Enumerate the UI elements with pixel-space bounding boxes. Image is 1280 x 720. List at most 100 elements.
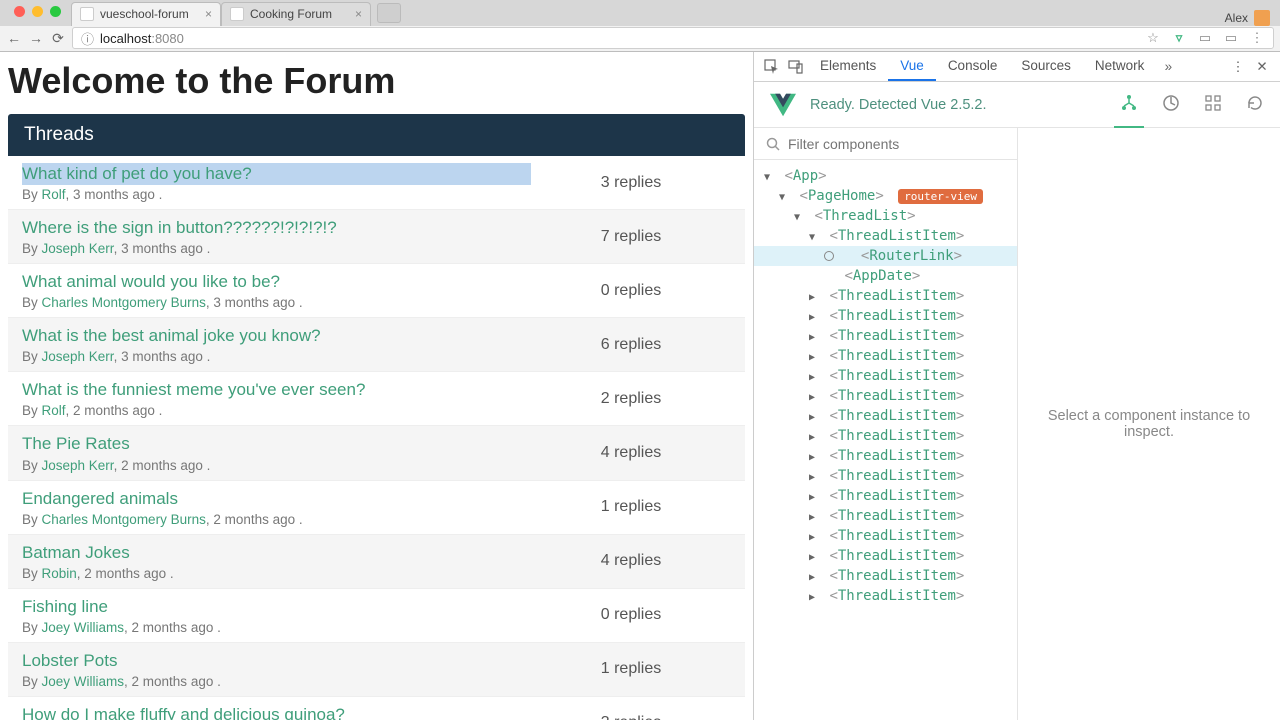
devtools-tab-network[interactable]: Network bbox=[1083, 52, 1157, 81]
chevron-right-icon[interactable]: ▶ bbox=[809, 392, 819, 403]
chevron-right-icon[interactable]: ▶ bbox=[809, 412, 819, 423]
tree-node[interactable]: ▶ <ThreadListItem> bbox=[754, 326, 1017, 346]
chevron-right-icon[interactable]: ▶ bbox=[809, 592, 819, 603]
devtools-tab-console[interactable]: Console bbox=[936, 52, 1010, 81]
browser-tab[interactable]: Cooking Forum × bbox=[221, 2, 371, 26]
chevron-right-icon[interactable]: ▶ bbox=[809, 372, 819, 383]
tree-node[interactable]: ▼ <PageHome> router-view bbox=[754, 186, 1017, 206]
tree-node[interactable]: ▶ <ThreadListItem> bbox=[754, 566, 1017, 586]
thread-title-link[interactable]: Lobster Pots bbox=[22, 650, 531, 672]
device-toolbar-icon[interactable] bbox=[784, 55, 808, 79]
devtools-tab-vue[interactable]: Vue bbox=[888, 52, 936, 81]
tree-node[interactable]: ▶ <ThreadListItem> bbox=[754, 366, 1017, 386]
tree-node[interactable]: ▶ <ThreadListItem> bbox=[754, 546, 1017, 566]
reload-icon[interactable]: ⟳ bbox=[50, 30, 66, 46]
devtools-menu-icon[interactable]: ⋮ bbox=[1226, 55, 1250, 79]
tree-node[interactable]: ▶ <ThreadListItem> bbox=[754, 406, 1017, 426]
thread-author-link[interactable]: Rolf bbox=[42, 403, 66, 418]
new-tab-button[interactable] bbox=[377, 3, 401, 23]
thread-author-link[interactable]: Joey Williams bbox=[42, 674, 125, 689]
maximize-window-icon[interactable] bbox=[50, 6, 61, 17]
close-tab-icon[interactable]: × bbox=[205, 7, 212, 21]
thread-author-link[interactable]: Joseph Kerr bbox=[42, 458, 114, 473]
chevron-right-icon[interactable]: ▶ bbox=[809, 492, 819, 503]
thread-title-link[interactable]: How do I make fluffy and delicious quino… bbox=[22, 704, 531, 720]
thread-title-link[interactable]: Where is the sign in button??????!?!?!?!… bbox=[22, 217, 531, 239]
chevron-down-icon[interactable]: ▼ bbox=[794, 212, 804, 223]
thread-meta: By Charles Montgomery Burns, 2 months ag… bbox=[22, 512, 531, 527]
tree-node[interactable]: ▶ <ThreadListItem> bbox=[754, 286, 1017, 306]
chevron-right-icon[interactable]: ▶ bbox=[809, 572, 819, 583]
tree-node[interactable]: ▶ <ThreadListItem> bbox=[754, 426, 1017, 446]
thread-author-link[interactable]: Joseph Kerr bbox=[42, 349, 114, 364]
chevron-right-icon[interactable]: ▶ bbox=[809, 292, 819, 303]
thread-title-link[interactable]: What is the funniest meme you've ever se… bbox=[22, 379, 531, 401]
thread-author-link[interactable]: Joey Williams bbox=[42, 620, 125, 635]
avatar[interactable] bbox=[1254, 10, 1270, 26]
tree-node[interactable]: ▶ <ThreadListItem> bbox=[754, 586, 1017, 606]
tree-node[interactable]: ▶ <ThreadListItem> bbox=[754, 306, 1017, 326]
devtools-tab-elements[interactable]: Elements bbox=[808, 52, 888, 81]
address-bar[interactable]: ⓘ localhost:8080 ☆ ▿ ▭ ▭ ⋮ bbox=[72, 27, 1274, 49]
filter-components-input[interactable] bbox=[788, 136, 1005, 152]
thread-title-link[interactable]: The Pie Rates bbox=[22, 433, 531, 455]
tree-node[interactable]: ▶ <ThreadListItem> bbox=[754, 506, 1017, 526]
devtools-tab-sources[interactable]: Sources bbox=[1009, 52, 1083, 81]
chevron-right-icon[interactable]: ▶ bbox=[809, 352, 819, 363]
chevron-right-icon[interactable]: ▶ bbox=[809, 312, 819, 323]
extension-icon-2[interactable]: ▭ bbox=[1223, 30, 1239, 46]
thread-title-link[interactable]: Batman Jokes bbox=[22, 542, 531, 564]
thread-author-link[interactable]: Rolf bbox=[42, 187, 66, 202]
events-tool-icon[interactable] bbox=[1204, 94, 1222, 115]
extension-icon[interactable]: ▭ bbox=[1197, 30, 1213, 46]
vue-extension-icon[interactable]: ▿ bbox=[1171, 30, 1187, 46]
tree-node[interactable]: ▼ <ThreadListItem> bbox=[754, 226, 1017, 246]
refresh-tool-icon[interactable] bbox=[1246, 94, 1264, 115]
chevron-right-icon[interactable]: ▶ bbox=[809, 432, 819, 443]
page-scroll[interactable]: Welcome to the Forum Threads What kind o… bbox=[0, 52, 753, 720]
chevron-right-icon[interactable]: ▶ bbox=[809, 452, 819, 463]
thread-author-link[interactable]: Robin bbox=[42, 566, 77, 581]
thread-title-link[interactable]: What is the best animal joke you know? bbox=[22, 325, 531, 347]
forward-icon[interactable]: → bbox=[28, 30, 44, 46]
devtools-close-icon[interactable]: ✕ bbox=[1250, 55, 1274, 79]
thread-title-link[interactable]: Endangered animals bbox=[22, 488, 531, 510]
more-tabs-icon[interactable]: » bbox=[1156, 55, 1180, 79]
page-info-icon[interactable]: ⓘ bbox=[81, 29, 94, 48]
tree-node[interactable]: ▶ <ThreadListItem> bbox=[754, 346, 1017, 366]
minimize-window-icon[interactable] bbox=[32, 6, 43, 17]
chevron-right-icon[interactable]: ▶ bbox=[809, 472, 819, 483]
thread-title-link[interactable]: What kind of pet do you have? bbox=[22, 163, 531, 185]
tree-node[interactable]: ▼ <App> bbox=[754, 166, 1017, 186]
tree-node[interactable]: ▶ <ThreadListItem> bbox=[754, 446, 1017, 466]
tree-node[interactable]: ▶ <ThreadListItem> bbox=[754, 466, 1017, 486]
tree-node[interactable]: ▼ <ThreadList> bbox=[754, 206, 1017, 226]
close-window-icon[interactable] bbox=[14, 6, 25, 17]
tree-node[interactable]: <AppDate> bbox=[754, 266, 1017, 286]
thread-author-link[interactable]: Joseph Kerr bbox=[42, 241, 114, 256]
chevron-right-icon[interactable]: ▶ bbox=[809, 332, 819, 343]
back-icon[interactable]: ← bbox=[6, 30, 22, 46]
thread-title-link[interactable]: What animal would you like to be? bbox=[22, 271, 531, 293]
tree-node[interactable]: <RouterLink> bbox=[754, 246, 1017, 266]
chevron-right-icon[interactable]: ▶ bbox=[809, 512, 819, 523]
close-tab-icon[interactable]: × bbox=[355, 7, 362, 21]
chevron-right-icon[interactable]: ▶ bbox=[809, 552, 819, 563]
components-tool-icon[interactable] bbox=[1120, 94, 1138, 115]
vuex-tool-icon[interactable] bbox=[1162, 94, 1180, 115]
thread-author-link[interactable]: Charles Montgomery Burns bbox=[42, 512, 206, 527]
tree-node[interactable]: ▶ <ThreadListItem> bbox=[754, 486, 1017, 506]
bookmark-icon[interactable]: ☆ bbox=[1145, 30, 1161, 46]
chevron-down-icon[interactable]: ▼ bbox=[809, 232, 819, 243]
menu-icon[interactable]: ⋮ bbox=[1249, 30, 1265, 46]
tree-node[interactable]: ▶ <ThreadListItem> bbox=[754, 386, 1017, 406]
browser-tab[interactable]: vueschool-forum × bbox=[71, 2, 221, 26]
chevron-down-icon[interactable]: ▼ bbox=[779, 192, 789, 203]
thread-title-link[interactable]: Fishing line bbox=[22, 596, 531, 618]
tree-scroll[interactable]: ▼ <App> ▼ <PageHome> router-view ▼ <Thre… bbox=[754, 160, 1017, 720]
tree-node[interactable]: ▶ <ThreadListItem> bbox=[754, 526, 1017, 546]
chevron-right-icon[interactable]: ▶ bbox=[809, 532, 819, 543]
chevron-down-icon[interactable]: ▼ bbox=[764, 172, 774, 183]
inspect-element-icon[interactable] bbox=[760, 55, 784, 79]
thread-author-link[interactable]: Charles Montgomery Burns bbox=[42, 295, 206, 310]
